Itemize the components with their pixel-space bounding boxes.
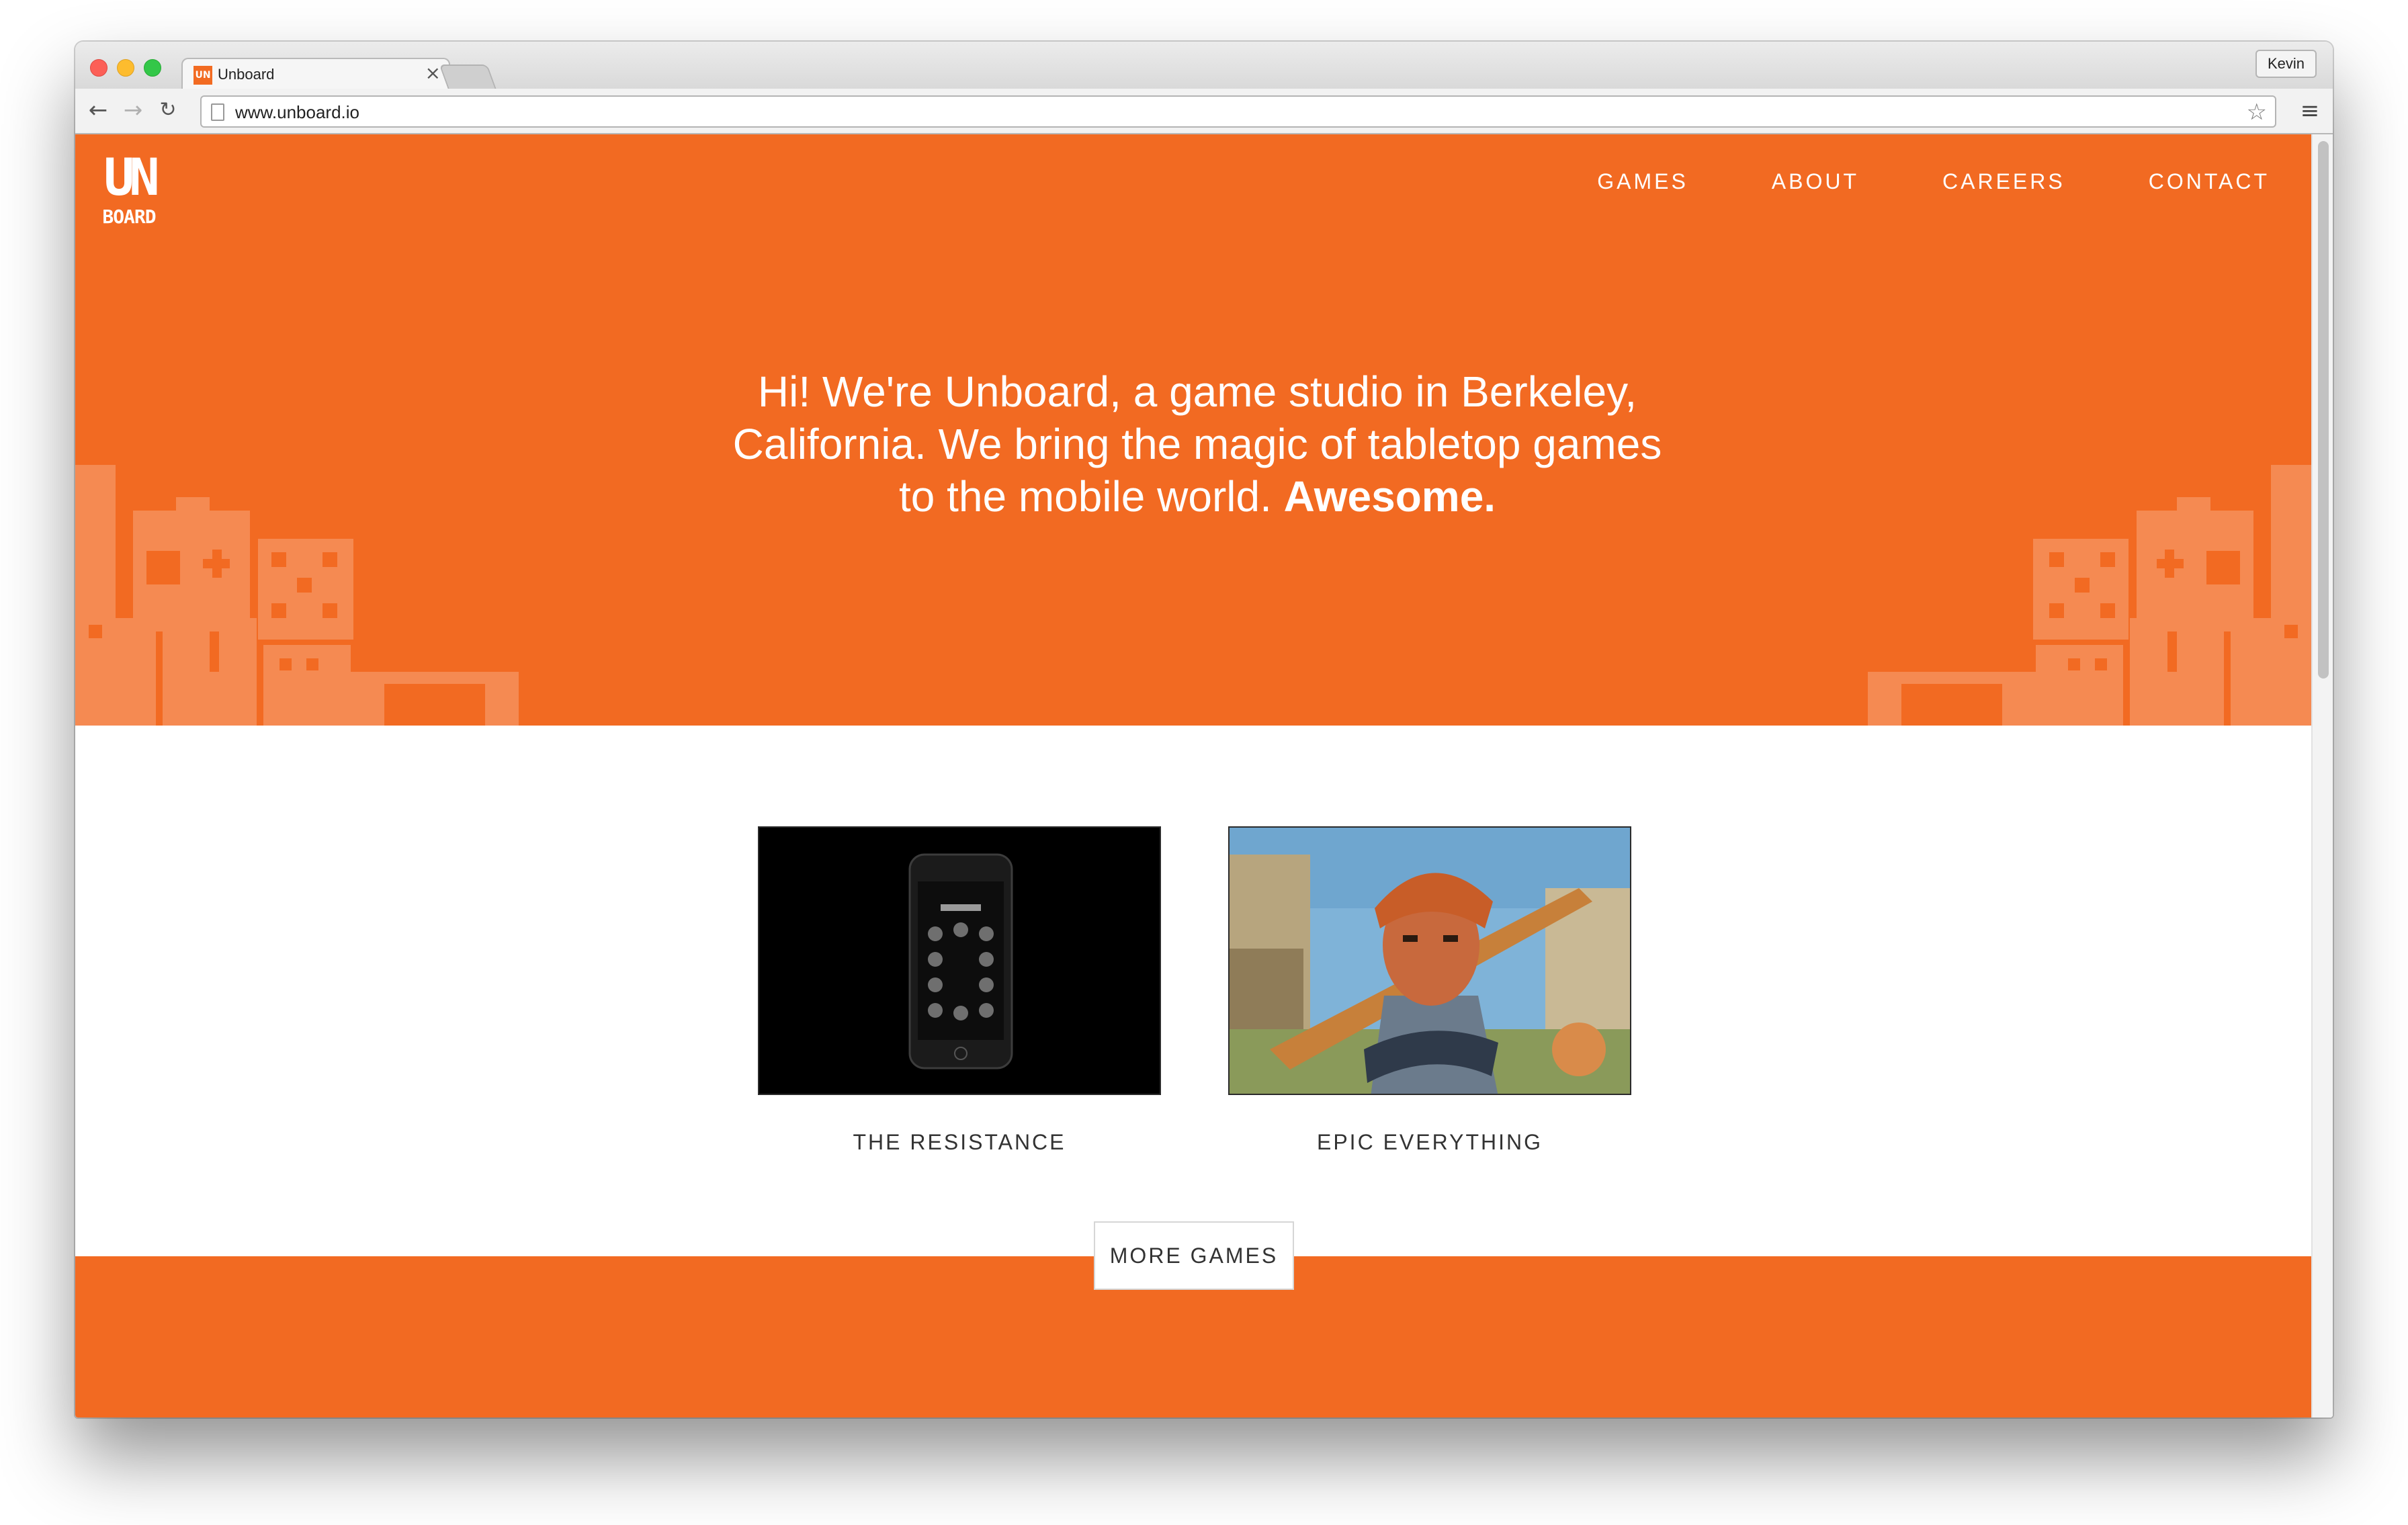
profile-button[interactable]: Kevin — [2255, 50, 2317, 78]
game-card-epic-everything[interactable]: EPIC EVERYTHING — [1228, 826, 1631, 1155]
title-bar: UN Unboard × Kevin — [75, 42, 2333, 90]
game-title[interactable]: THE RESISTANCE — [758, 1130, 1161, 1155]
hero-line-3: to the mobile world. — [898, 472, 1272, 521]
back-arrow-icon[interactable]: ← — [85, 95, 112, 125]
game-pieces-decoration-left — [75, 465, 519, 726]
game-thumbnail[interactable] — [1228, 826, 1631, 1095]
game-card-resistance[interactable]: THE RESISTANCE — [758, 826, 1161, 1155]
minimize-window-button[interactable] — [117, 59, 134, 77]
game-thumbnail[interactable] — [758, 826, 1161, 1095]
more-games-button[interactable]: MORE GAMES — [1094, 1221, 1294, 1290]
web-page: UN BOARD GAMES ABOUT CAREERS CONTACT Hi!… — [75, 134, 2333, 1418]
favicon-icon: UN — [194, 66, 212, 85]
browser-toolbar: ← → ↻ www.unboard.io ☆ ≡ — [75, 89, 2333, 134]
hero-section: UN BOARD GAMES ABOUT CAREERS CONTACT Hi!… — [75, 134, 2311, 726]
nav-games[interactable]: GAMES — [1597, 169, 1688, 194]
hero-line-1: Hi! We're Unboard, a game studio in Berk… — [757, 367, 1637, 416]
hero-headline: Hi! We're Unboard, a game studio in Berk… — [707, 365, 1688, 523]
main-nav: GAMES ABOUT CAREERS CONTACT — [1597, 169, 2270, 194]
hamburger-menu-icon[interactable]: ≡ — [2296, 97, 2323, 125]
browser-tab[interactable]: UN Unboard × — [181, 58, 450, 90]
scrollbar-thumb[interactable] — [2318, 141, 2329, 679]
tab-close-icon[interactable]: × — [425, 63, 441, 83]
maximize-window-button[interactable] — [144, 59, 161, 77]
bookmark-star-icon[interactable]: ☆ — [2247, 99, 2267, 125]
unboard-logo[interactable]: UN BOARD — [89, 148, 169, 228]
page-scrollbar[interactable] — [2311, 134, 2333, 1418]
logo-board: BOARD — [102, 206, 155, 228]
logo-un: UN — [103, 148, 157, 207]
address-bar[interactable]: www.unboard.io ☆ — [200, 95, 2276, 128]
nav-about[interactable]: ABOUT — [1772, 169, 1859, 194]
forward-arrow-icon[interactable]: → — [120, 95, 146, 125]
game-title[interactable]: EPIC EVERYTHING — [1228, 1130, 1631, 1155]
url-text[interactable]: www.unboard.io — [235, 102, 359, 122]
close-window-button[interactable] — [90, 59, 108, 77]
new-tab-button[interactable] — [439, 64, 497, 89]
reload-icon[interactable]: ↻ — [155, 95, 181, 125]
browser-window: UN Unboard × Kevin ← → ↻ www.unboard.io … — [75, 42, 2333, 1418]
hero-line-2: California. We bring the magic of tablet… — [732, 420, 1662, 468]
page-icon — [211, 103, 224, 121]
knight-character-image — [1230, 828, 1630, 1094]
nav-careers[interactable]: CAREERS — [1942, 169, 2065, 194]
nav-contact[interactable]: CONTACT — [2149, 169, 2270, 194]
phone-app-image — [759, 828, 1160, 1094]
games-section: THE RESISTANCE EPIC EVERYTHING — [75, 726, 2311, 1256]
game-pieces-decoration-right — [1868, 465, 2311, 726]
tab-title: Unboard — [218, 66, 275, 83]
hero-emphasis: Awesome. — [1283, 472, 1496, 521]
